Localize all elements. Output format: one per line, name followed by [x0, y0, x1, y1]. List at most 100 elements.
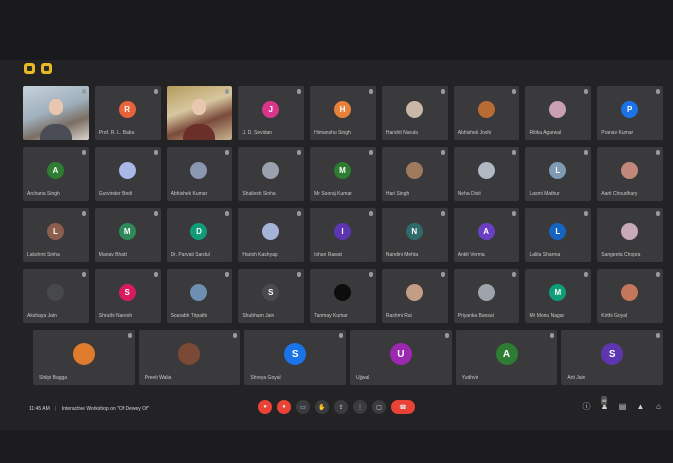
participant-tile[interactable]: A Yudhvir [455, 330, 558, 385]
phone-hangup-icon: ☎ [399, 404, 407, 411]
participant-name: Preeti Walia [144, 375, 172, 381]
participant-tile[interactable]: A Ankit Verma [453, 208, 520, 262]
participant-tile[interactable]: S Shreya Goyal [244, 330, 346, 385]
participant-name: Lakshmi Sinha [27, 252, 60, 258]
participant-tile[interactable]: Sourabh Tripathi [166, 269, 233, 323]
participant-video-body [183, 124, 216, 140]
captions-icon: ▭ [300, 404, 306, 411]
participant-tile[interactable] [23, 86, 89, 140]
avatar: I [334, 222, 352, 240]
chat-icon: ▤ [618, 402, 627, 411]
avatar [477, 100, 495, 118]
chat-button[interactable]: ▤ [618, 402, 627, 411]
participant-tile[interactable]: Shilpi Bagga [32, 330, 135, 385]
avatar: S [284, 343, 307, 366]
avatar [405, 100, 423, 118]
participant-tile[interactable]: Priyanka Bansal [453, 269, 520, 323]
avatar: S [118, 283, 136, 301]
mic-off-button[interactable]: ● [258, 400, 272, 414]
mic-muted-icon [127, 333, 132, 338]
participant-tile[interactable]: L Laxmi Mathur [525, 147, 592, 201]
avatar [262, 222, 280, 240]
info-button[interactable]: ⓘ [582, 402, 591, 411]
participant-tile[interactable]: Hari Singh [381, 147, 448, 201]
meeting-screen: R Prof. R. L. Babu J J. D. Sevidan H Himanshu… [0, 0, 673, 463]
avatar [405, 161, 423, 179]
mic-muted-icon [584, 272, 589, 277]
window-control-left[interactable] [24, 63, 35, 74]
participant-tile[interactable]: Harshit Narula [381, 86, 448, 140]
participant-tile[interactable]: Neha Dixit [453, 147, 520, 201]
participant-name: Abhishek Kumar [170, 191, 208, 197]
mic-muted-icon [440, 150, 445, 155]
avatar: J [262, 100, 280, 118]
participant-tile[interactable]: Harish Kashyap [238, 208, 305, 262]
mic-muted-icon [153, 150, 158, 155]
captions-button[interactable]: ▭ [296, 400, 310, 414]
more-options-button[interactable]: ⋮ [353, 400, 367, 414]
people-button[interactable]: 46 ♟ [600, 396, 609, 411]
window-control-right[interactable] [41, 63, 52, 74]
mic-muted-icon [225, 272, 230, 277]
participant-tile[interactable]: Gurvinder Bedi [94, 147, 161, 201]
mic-muted-icon [656, 211, 661, 216]
participant-tile[interactable]: S Arti Jain [561, 330, 664, 385]
mic-muted-icon [297, 89, 302, 94]
avatar: S [601, 343, 624, 366]
end-call-button[interactable]: ☎ [391, 400, 415, 414]
participant-tile[interactable]: P Pranav Kumar [597, 86, 664, 140]
participant-tile[interactable]: M Mr Sooraj Kumar [310, 147, 376, 201]
participant-row: R Prof. R. L. Babu J J. D. Sevidan H Himanshu… [23, 86, 664, 140]
participant-tile[interactable]: A Archana Singh [23, 147, 89, 201]
present-button[interactable]: ⇪ [334, 400, 348, 414]
participant-tile[interactable]: N Nandini Mehta [381, 208, 448, 262]
participant-name: Laxmi Mathur [529, 191, 560, 197]
participant-tile[interactable]: Preeti Walia [138, 330, 241, 385]
participant-tile[interactable]: Kirthi Goyal [597, 269, 664, 323]
avatar [72, 343, 95, 366]
participant-tile[interactable]: Shailesh Sinha [238, 147, 305, 201]
participant-tile[interactable]: D Dr. Parvati Sardul [166, 208, 233, 262]
participant-tile[interactable]: I Ishan Rawat [310, 208, 376, 262]
participant-tile[interactable]: S Shubham Jain [238, 269, 305, 323]
participant-tile[interactable]: R Prof. R. L. Babu [94, 86, 161, 140]
participant-name: Rashmi Rai [385, 313, 412, 319]
participant-tile[interactable] [166, 86, 233, 140]
activities-button[interactable]: ▲ [636, 402, 645, 411]
participant-name: Ishan Rawat [314, 252, 342, 258]
participant-tile[interactable]: U Ujjwal [350, 330, 452, 385]
avatar [621, 222, 639, 240]
participant-tile[interactable]: L Lakshmi Sinha [23, 208, 89, 262]
participant-tile[interactable]: S Shruthi Naresh [94, 269, 161, 323]
mic-muted-icon [81, 211, 86, 216]
participant-tile[interactable]: M Manav Bhatt [94, 208, 161, 262]
mic-muted-icon [368, 272, 373, 277]
participant-row: L Lakshmi Sinha M Manav Bhatt D Dr. Parvati S… [23, 208, 664, 262]
lock-button[interactable]: ⌂ [654, 402, 663, 411]
clock-time: 11:45 AM [29, 406, 50, 412]
raise-hand-button[interactable]: ✋ [315, 400, 329, 414]
camera-off-button[interactable]: ● [277, 400, 291, 414]
avatar: R [118, 100, 136, 118]
avatar: S [262, 283, 280, 301]
mic-muted-icon [512, 272, 517, 277]
options-button[interactable]: ▢ [372, 400, 386, 414]
participant-row: Shilpi Bagga Preeti Walia S Shreya Goyal U Uj… [23, 330, 664, 385]
participant-name: Harshit Narula [385, 130, 418, 136]
participant-tile[interactable]: Abhishek Kumar [166, 147, 233, 201]
avatar: M [334, 161, 352, 179]
participant-tile[interactable]: Rashmi Rai [381, 269, 448, 323]
avatar [621, 161, 639, 179]
participant-tile[interactable]: H Himanshu Singh [310, 86, 376, 140]
participant-tile[interactable]: Abhishek Joshi [453, 86, 520, 140]
participant-name: Pranav Kumar [601, 130, 634, 136]
participant-tile[interactable]: Sangeeta Chopra [597, 208, 664, 262]
participant-tile[interactable]: Aarti Choudhary [597, 147, 664, 201]
participant-tile[interactable]: Ritika Agarwal [525, 86, 592, 140]
participant-tile[interactable]: Akshaya Jain [23, 269, 89, 323]
separator: | [55, 406, 57, 412]
participant-tile[interactable]: L Lalita Sharma [525, 208, 592, 262]
participant-tile[interactable]: M Mr Monu Nagar [525, 269, 592, 323]
participant-tile[interactable]: Tanmay Kumar [310, 269, 376, 323]
participant-tile[interactable]: J J. D. Sevidan [238, 86, 305, 140]
